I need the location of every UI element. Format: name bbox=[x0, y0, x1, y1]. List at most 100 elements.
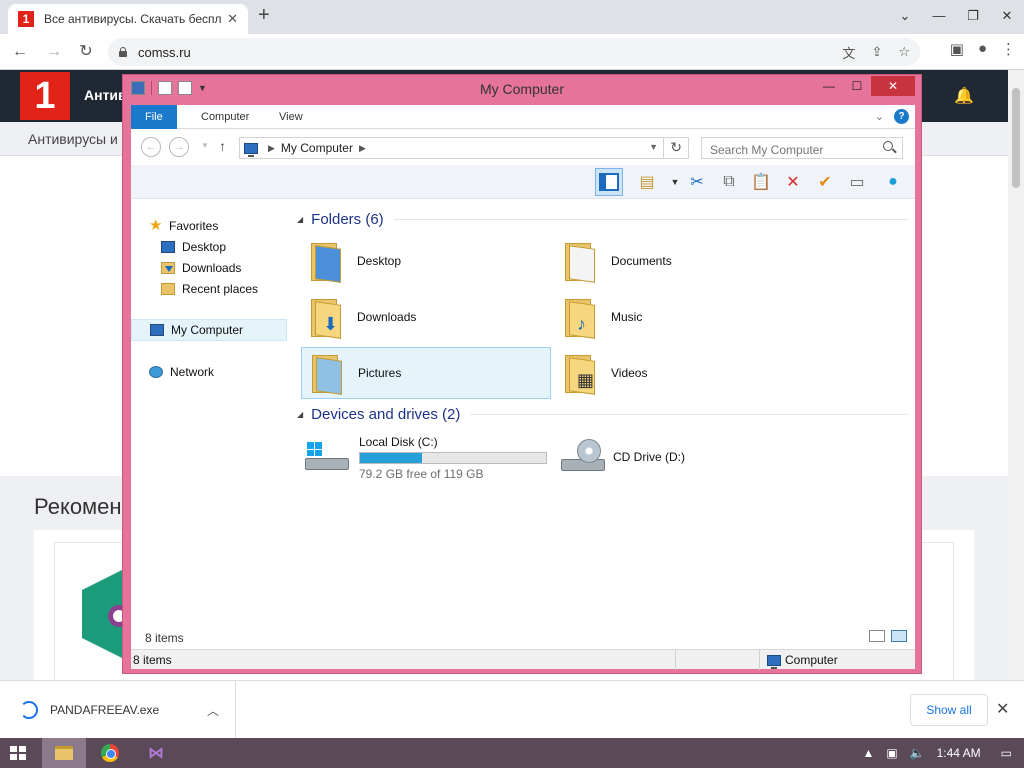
folder-videos-icon: ▦ bbox=[561, 351, 605, 395]
restore-icon[interactable]: ❐ bbox=[956, 0, 990, 34]
delete-icon[interactable]: ✕ bbox=[779, 168, 807, 196]
cut-icon[interactable]: ✂ bbox=[683, 168, 711, 196]
details-view-icon[interactable] bbox=[869, 630, 885, 642]
page-scrollbar[interactable] bbox=[1008, 70, 1024, 680]
collapse-caret-icon[interactable]: ◢ bbox=[297, 410, 303, 419]
translate-icon[interactable]: 文 bbox=[842, 43, 855, 62]
taskbar-visual-studio[interactable]: ⋈ bbox=[134, 738, 178, 768]
paste-icon[interactable]: 📋 bbox=[747, 168, 775, 196]
system-tray: ▲ ▣ 🔈 1:44 AM ▭ bbox=[862, 738, 1012, 768]
tab-title: Все антивирусы. Скачать бесплатно bbox=[44, 12, 222, 26]
up-icon[interactable]: ↑ bbox=[219, 138, 226, 154]
tab-view[interactable]: View bbox=[265, 105, 317, 129]
tab-search-chevron-icon[interactable]: ⌄ bbox=[888, 0, 922, 34]
new-tab-icon[interactable]: + bbox=[258, 4, 270, 27]
tab-close-icon[interactable]: ✕ bbox=[227, 11, 238, 27]
help-icon[interactable]: ? bbox=[894, 109, 909, 124]
explorer-titlebar[interactable]: ▼ My Computer — ☐ ✕ bbox=[123, 75, 921, 103]
nav-my-computer[interactable]: My Computer bbox=[131, 319, 287, 341]
forward-icon[interactable]: → bbox=[169, 137, 189, 157]
close-window-icon[interactable]: ✕ bbox=[990, 0, 1024, 34]
close-icon[interactable]: ✕ bbox=[871, 76, 915, 96]
search-icon[interactable] bbox=[883, 141, 893, 151]
drive-cd[interactable]: CD Drive (D:) bbox=[559, 437, 685, 477]
reload-icon[interactable]: ↻ bbox=[74, 40, 98, 64]
download-item[interactable]: PANDAFREEAV.exe ︿ bbox=[16, 681, 236, 739]
breadcrumb-chevron-icon[interactable]: ▶ bbox=[268, 143, 275, 154]
maximize-icon[interactable]: ☐ bbox=[843, 76, 871, 96]
folder-music[interactable]: ♪ Music bbox=[555, 291, 805, 343]
show-hidden-icons-icon[interactable]: ▲ bbox=[862, 746, 874, 760]
recent-locations-icon[interactable]: ▼ bbox=[201, 141, 209, 150]
folder-desktop[interactable]: Desktop bbox=[301, 235, 551, 287]
checkmark-icon[interactable]: ✔ bbox=[811, 168, 839, 196]
bookmark-star-icon[interactable]: ☆ bbox=[898, 44, 910, 60]
nav-downloads[interactable]: Downloads bbox=[131, 257, 287, 279]
downloads-icon bbox=[161, 262, 175, 274]
drive-usage-fill bbox=[360, 453, 423, 463]
site-logo[interactable]: 1 bbox=[20, 72, 70, 120]
browser-menu-icon[interactable]: ⋮ bbox=[1001, 40, 1016, 58]
back-icon[interactable]: ← bbox=[141, 137, 161, 157]
minimize-icon[interactable]: — bbox=[815, 76, 843, 96]
drive-usage-bar bbox=[359, 452, 547, 464]
folders-group-header[interactable]: ◢ Folders (6) bbox=[297, 211, 909, 228]
collapse-caret-icon[interactable]: ◢ bbox=[297, 215, 303, 224]
navigation-pane-button[interactable] bbox=[595, 168, 623, 196]
nav-favorites[interactable]: ★ Favorites bbox=[131, 215, 287, 237]
folder-pictures[interactable]: Pictures bbox=[301, 347, 551, 399]
nav-desktop[interactable]: Desktop bbox=[131, 236, 287, 258]
copy-icon[interactable]: ⧉ bbox=[715, 168, 743, 196]
drives-group-header[interactable]: ◢ Devices and drives (2) bbox=[297, 406, 909, 423]
properties-button[interactable]: ▤ bbox=[633, 168, 661, 196]
taskbar-explorer[interactable] bbox=[42, 738, 86, 768]
notification-bell-icon[interactable]: 🔔 bbox=[954, 86, 974, 105]
address-dropdown-icon[interactable]: ▼ bbox=[649, 142, 658, 152]
taskbar-chrome[interactable] bbox=[88, 738, 132, 768]
status-bar: 8 items Computer bbox=[131, 649, 915, 670]
nav-network-label: Network bbox=[170, 365, 215, 379]
forward-icon[interactable]: → bbox=[42, 40, 66, 64]
large-icons-view-icon[interactable] bbox=[891, 630, 907, 642]
omnibox[interactable]: comss.ru 文 ⇪ ☆ bbox=[108, 38, 920, 66]
profile-avatar-icon[interactable]: ● bbox=[978, 40, 987, 58]
folder-documents[interactable]: Documents bbox=[555, 235, 805, 287]
nav-recent-places[interactable]: Recent places bbox=[131, 278, 287, 300]
file-explorer-icon bbox=[55, 746, 73, 760]
browser-tab[interactable]: 1 Все антивирусы. Скачать бесплатно ✕ bbox=[8, 4, 248, 34]
notifications-icon[interactable]: ▭ bbox=[1001, 746, 1012, 760]
minimize-icon[interactable]: — bbox=[922, 0, 956, 34]
nav-my-computer-label: My Computer bbox=[171, 323, 244, 337]
rename-icon[interactable]: ▭ bbox=[843, 168, 871, 196]
tab-computer[interactable]: Computer bbox=[187, 105, 263, 129]
items-count: 8 items bbox=[145, 631, 184, 645]
chevron-up-icon[interactable]: ︿ bbox=[201, 702, 225, 719]
site-menu-item[interactable]: Антив bbox=[84, 87, 127, 103]
network-globe-icon[interactable]: ● bbox=[879, 168, 907, 196]
network-tray-icon[interactable]: ▣ bbox=[886, 746, 897, 760]
folder-videos[interactable]: ▦ Videos bbox=[555, 347, 805, 399]
expand-ribbon-icon[interactable]: ⌄ bbox=[875, 110, 884, 123]
drive-local-disk[interactable]: Local Disk (C:) 79.2 GB free of 119 GB bbox=[303, 435, 547, 481]
site-subnav-item[interactable]: Антивирусы и bbox=[28, 131, 118, 147]
close-shelf-icon[interactable]: ✕ bbox=[996, 699, 1009, 719]
system-clock[interactable]: 1:44 AM bbox=[937, 746, 981, 760]
show-all-button[interactable]: Show all bbox=[910, 694, 988, 726]
volume-icon[interactable]: 🔈 bbox=[910, 746, 925, 760]
back-icon[interactable]: ← bbox=[8, 40, 32, 64]
folder-label: Downloads bbox=[357, 310, 417, 324]
tab-file[interactable]: File bbox=[131, 105, 177, 129]
share-icon[interactable]: ⇪ bbox=[871, 44, 882, 60]
breadcrumb[interactable]: My Computer bbox=[281, 141, 353, 155]
side-panel-icon[interactable]: ▣ bbox=[950, 40, 964, 58]
search-input[interactable] bbox=[701, 137, 903, 159]
address-bar[interactable]: ▶ My Computer ▶ ▼ ↻ bbox=[239, 137, 689, 159]
folder-downloads[interactable]: ⬇ Downloads bbox=[301, 291, 551, 343]
visual-studio-icon: ⋈ bbox=[148, 745, 164, 762]
computer-icon bbox=[244, 142, 258, 157]
refresh-icon[interactable]: ↻ bbox=[670, 139, 682, 156]
scrollbar-thumb[interactable] bbox=[1012, 88, 1020, 188]
breadcrumb-chevron-icon[interactable]: ▶ bbox=[359, 143, 366, 154]
windows-start-icon[interactable] bbox=[10, 746, 26, 760]
nav-network[interactable]: Network bbox=[131, 361, 287, 383]
